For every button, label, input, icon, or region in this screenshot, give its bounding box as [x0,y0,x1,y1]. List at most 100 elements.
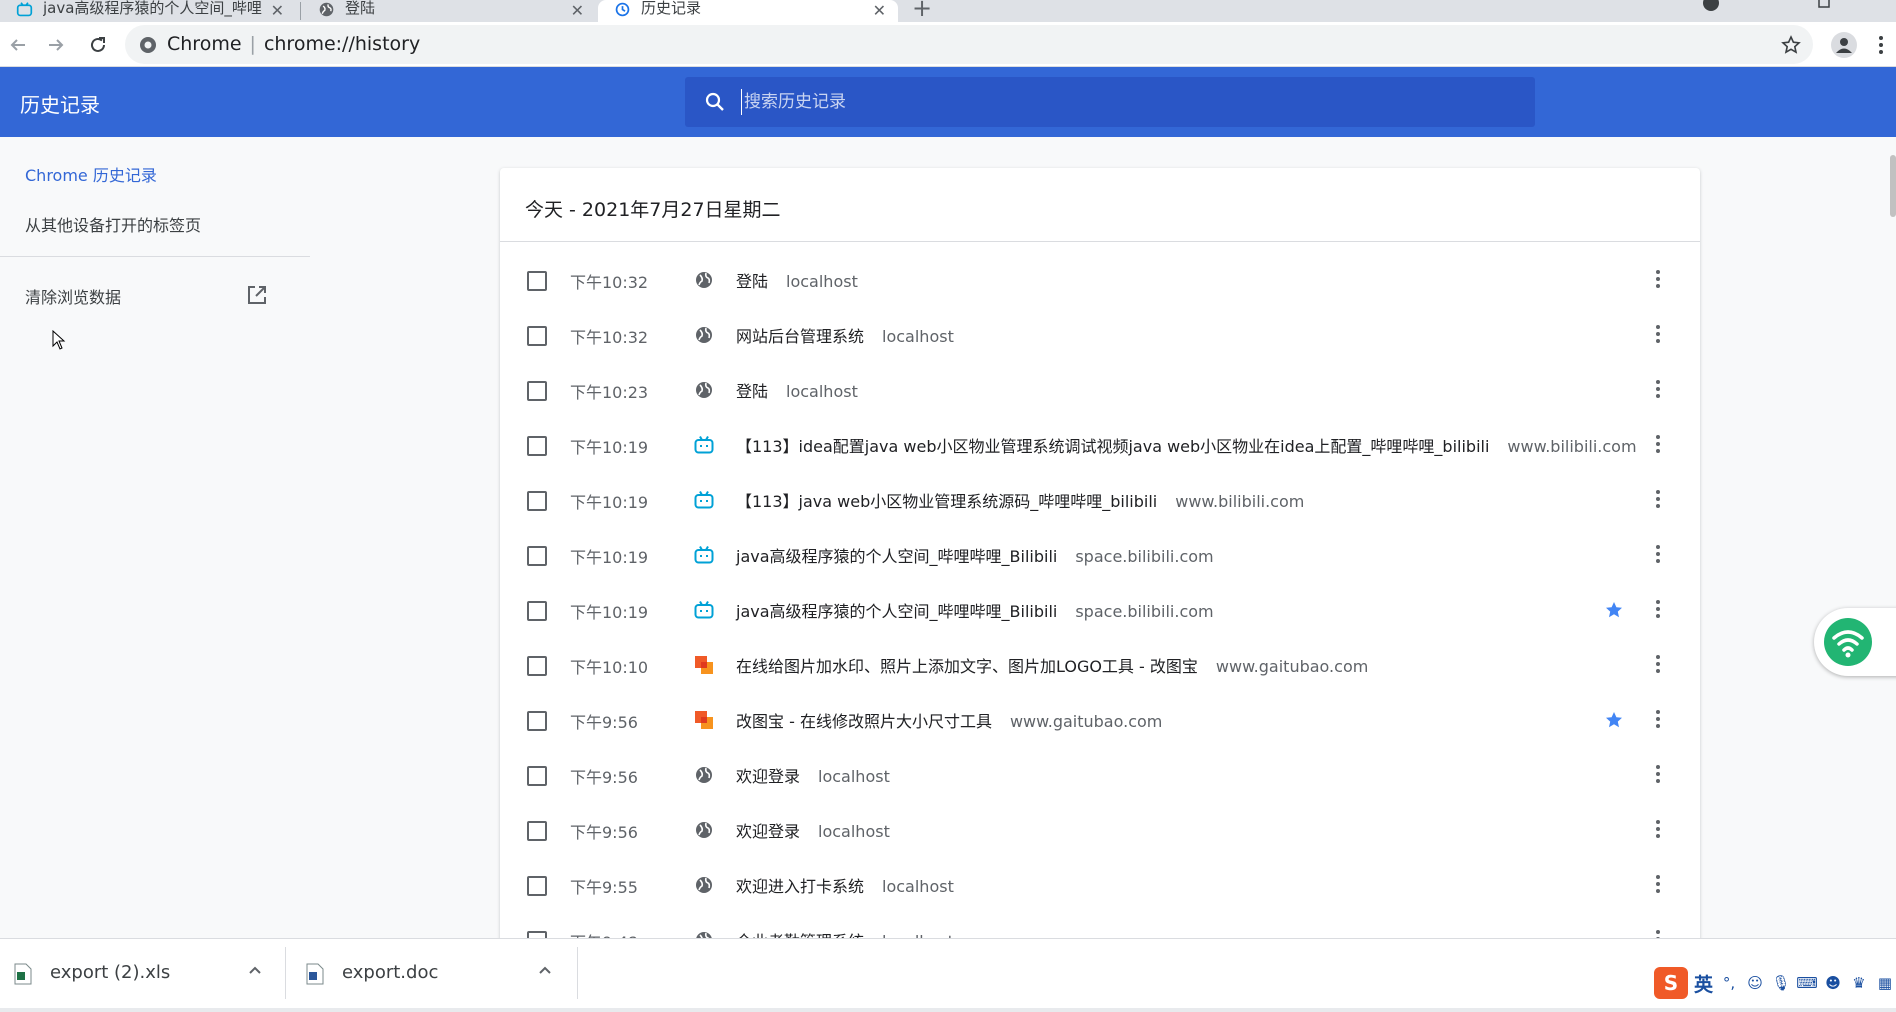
entry-checkbox[interactable] [527,326,547,346]
entry-link[interactable]: 网站后台管理系统 localhost [736,323,954,347]
restore-window-icon[interactable] [1816,0,1832,10]
profile-avatar-icon[interactable] [1830,31,1858,59]
history-entry[interactable]: 下午10:10 在线给图片加水印、照片上添加文字、图片加LOGO工具 - 改图宝 w… [500,637,1700,692]
download-item[interactable]: export.doc [292,939,576,1007]
entry-link[interactable]: 【113】idea配置java web小区物业管理系统调试视频java web小… [736,433,1637,457]
sogou-logo-icon[interactable]: S [1654,967,1688,999]
entry-title[interactable]: java高级程序猿的个人空间_哔哩哔哩_Bilibili [736,602,1057,621]
more-actions-icon[interactable] [1654,543,1662,565]
star-outline-icon[interactable] [1781,35,1801,55]
history-entry[interactable]: 下午10:23 登陆 localhost [500,362,1700,417]
entry-title[interactable]: java高级程序猿的个人空间_哔哩哔哩_Bilibili [736,547,1057,566]
entry-checkbox[interactable] [527,271,547,291]
tab-bilibili-space[interactable]: java高级程序猿的个人空间_哔哩 ✕ [0,0,296,22]
entry-title[interactable]: 欢迎进入打卡系统 [736,877,864,896]
keyboard-icon[interactable]: ⌨ [1796,973,1818,993]
entry-title[interactable]: 登陆 [736,382,768,401]
browser-menu-icon[interactable] [1877,34,1885,56]
more-actions-icon[interactable] [1654,378,1662,400]
emoji-icon[interactable]: ☺ [1745,973,1765,993]
user-icon[interactable]: ☻ [1823,973,1843,993]
entry-checkbox[interactable] [527,711,547,731]
entry-title[interactable]: 网站后台管理系统 [736,327,864,346]
bookmark-star-icon[interactable] [1604,710,1624,730]
entry-link[interactable]: 登陆 localhost [736,268,858,292]
more-actions-icon[interactable] [1654,598,1662,620]
entry-checkbox[interactable] [527,821,547,841]
page-scrollbar[interactable] [1890,155,1896,217]
reload-button[interactable] [84,31,112,59]
more-actions-icon[interactable] [1654,818,1662,840]
forward-button[interactable] [42,31,70,59]
entry-link[interactable]: 欢迎登录 localhost [736,763,890,787]
entry-link[interactable]: 登陆 localhost [736,378,858,402]
close-icon[interactable]: ✕ [873,1,886,20]
more-actions-icon[interactable] [1654,268,1662,290]
new-tab-button[interactable]: + [912,0,932,22]
search-input[interactable] [741,89,1501,115]
tab-history[interactable]: 历史记录 ✕ [598,0,898,22]
history-entry[interactable]: 下午10:19 【113】idea配置java web小区物业管理系统调试视频ja… [500,417,1700,472]
sidebar-item-clear-browsing-data[interactable]: 清除浏览数据 [25,284,121,308]
open-external-icon[interactable] [245,283,269,307]
tab-login[interactable]: 登陆 ✕ [302,0,596,22]
more-actions-icon[interactable] [1654,653,1662,675]
more-actions-icon[interactable] [1654,488,1662,510]
chevron-up-icon[interactable] [538,965,552,975]
close-icon[interactable]: ✕ [571,1,584,20]
shirt-icon[interactable]: ♛ [1849,973,1869,993]
sidebar-item-chrome-history[interactable]: Chrome 历史记录 [25,162,157,186]
more-actions-icon[interactable] [1654,323,1662,345]
entry-title[interactable]: 在线给图片加水印、照片上添加文字、图片加LOGO工具 - 改图宝 [736,657,1198,676]
more-actions-icon[interactable] [1654,708,1662,730]
more-actions-icon[interactable] [1654,433,1662,455]
grid-icon[interactable]: ▦ [1875,973,1895,993]
history-entry[interactable]: 下午10:19 【113】java web小区物业管理系统源码_哔哩哔哩_bili… [500,472,1700,527]
history-entry[interactable]: 下午9:56 欢迎登录 localhost [500,802,1700,857]
bookmark-star-icon[interactable] [1604,600,1624,620]
entry-checkbox[interactable] [527,656,547,676]
history-entry[interactable]: 下午9:56 改图宝 - 在线修改照片大小尺寸工具 www.gaitubao.com [500,692,1700,747]
history-entry[interactable]: 下午10:19 java高级程序猿的个人空间_哔哩哔哩_Bilibili space… [500,527,1700,582]
entry-checkbox[interactable] [527,601,547,621]
chevron-up-icon[interactable] [248,965,262,975]
entry-link[interactable]: 欢迎进入打卡系统 localhost [736,873,954,897]
entry-link[interactable]: 在线给图片加水印、照片上添加文字、图片加LOGO工具 - 改图宝 www.gait… [736,653,1368,677]
back-button[interactable] [4,31,32,59]
entry-title[interactable]: 【113】idea配置java web小区物业管理系统调试视频java web小… [736,437,1489,456]
info-icon[interactable] [1702,0,1720,12]
more-actions-icon[interactable] [1654,873,1662,895]
punctuation-icon[interactable]: °, [1719,973,1739,993]
microphone-icon[interactable]: 🎙 [1771,973,1791,993]
address-bar[interactable]: Chrome | chrome://history [125,25,1813,64]
more-actions-icon[interactable] [1654,763,1662,785]
search-box[interactable] [685,77,1535,127]
search-icon[interactable] [703,90,727,114]
entry-title[interactable]: 登陆 [736,272,768,291]
entry-link[interactable]: 【113】java web小区物业管理系统源码_哔哩哔哩_bilibili www… [736,488,1304,512]
history-entry[interactable]: 下午9:55 欢迎进入打卡系统 localhost [500,857,1700,912]
entry-checkbox[interactable] [527,381,547,401]
entry-checkbox[interactable] [527,436,547,456]
history-entry[interactable]: 下午10:32 网站后台管理系统 localhost [500,307,1700,362]
entry-title[interactable]: 改图宝 - 在线修改照片大小尺寸工具 [736,712,992,731]
ime-language[interactable]: 英 [1694,970,1713,997]
entry-link[interactable]: java高级程序猿的个人空间_哔哩哔哩_Bilibili space.bilibi… [736,543,1214,567]
entry-link[interactable]: 改图宝 - 在线修改照片大小尺寸工具 www.gaitubao.com [736,708,1162,732]
history-entry[interactable]: 下午10:32 登陆 localhost [500,252,1700,307]
entry-checkbox[interactable] [527,546,547,566]
sidebar-item-other-devices[interactable]: 从其他设备打开的标签页 [25,212,201,236]
entry-title[interactable]: 欢迎登录 [736,767,800,786]
history-entry[interactable]: 下午9:56 欢迎登录 localhost [500,747,1700,802]
download-item[interactable]: export (2).xls [0,939,284,1007]
entry-link[interactable]: java高级程序猿的个人空间_哔哩哔哩_Bilibili space.bilibi… [736,598,1214,622]
entry-checkbox[interactable] [527,876,547,896]
entry-link[interactable]: 欢迎登录 localhost [736,818,890,842]
floating-network-widget[interactable] [1814,608,1896,676]
entry-checkbox[interactable] [527,766,547,786]
entry-checkbox[interactable] [527,491,547,511]
history-entry[interactable]: 下午10:19 java高级程序猿的个人空间_哔哩哔哩_Bilibili space… [500,582,1700,637]
entry-title[interactable]: 欢迎登录 [736,822,800,841]
close-icon[interactable]: ✕ [271,1,284,20]
entry-title[interactable]: 【113】java web小区物业管理系统源码_哔哩哔哩_bilibili [736,492,1157,511]
